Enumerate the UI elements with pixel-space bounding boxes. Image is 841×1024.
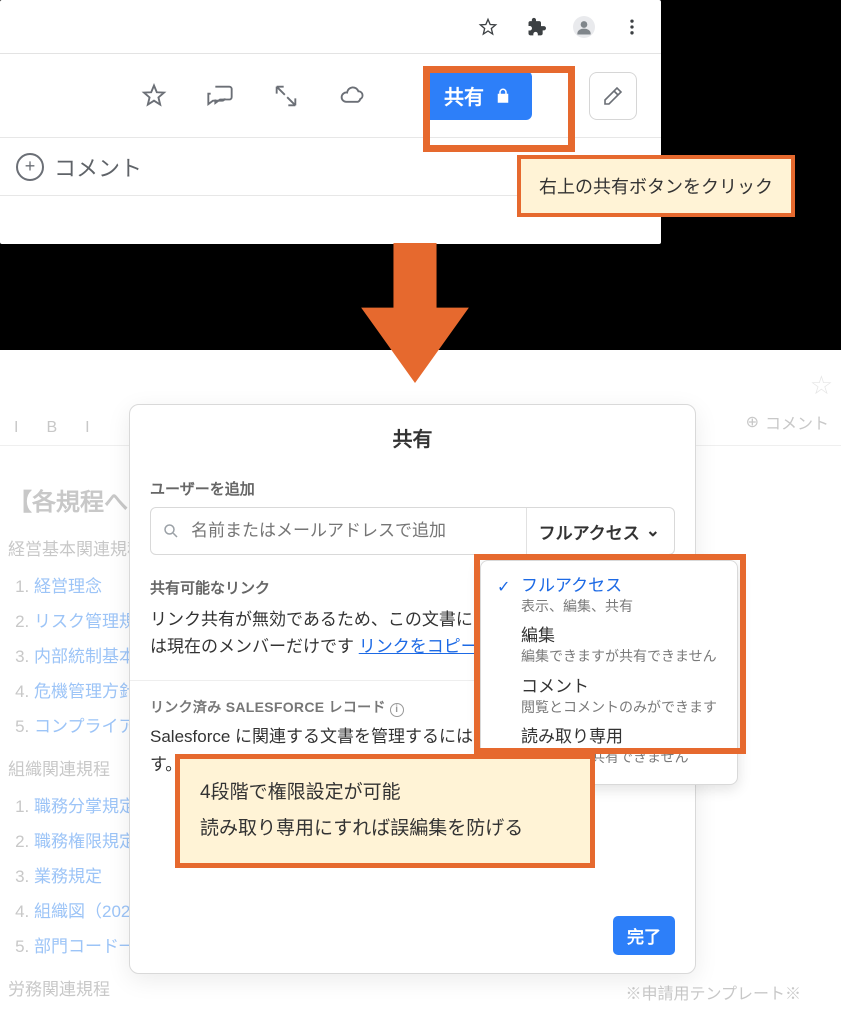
extensions-icon[interactable]: [525, 16, 547, 38]
more-vert-icon[interactable]: [621, 16, 643, 38]
callout-click-share: 右上の共有ボタンをクリック: [517, 155, 795, 217]
check-icon: ✓: [497, 577, 510, 597]
share-modal-title: 共有: [130, 405, 695, 466]
search-icon: [151, 522, 191, 540]
permission-option-comment[interactable]: コメント 閲覧とコメントのみができます: [491, 672, 731, 722]
lock-icon: [494, 87, 512, 105]
star-outline-icon[interactable]: [139, 81, 169, 111]
comment-button[interactable]: ⊕ コメント: [746, 410, 829, 434]
share-button-label: 共有: [444, 81, 484, 110]
info-icon[interactable]: i: [390, 703, 404, 717]
app-toolbar: 共有: [0, 54, 661, 138]
add-user-label: ユーザーを追加: [130, 466, 695, 507]
permission-popover: ✓ フルアクセス 表示、編集、共有 編集 編集できますが共有できません コメント…: [480, 560, 738, 785]
share-button[interactable]: 共有: [424, 71, 532, 120]
share-button-wrap: 共有: [403, 52, 553, 140]
done-button[interactable]: 完了: [613, 916, 675, 955]
browser-chrome-row: [0, 0, 661, 54]
add-user-input[interactable]: [191, 521, 526, 541]
arrow-down-icon: [360, 243, 470, 383]
doc-footnote: ※申請用テンプレート※: [625, 980, 801, 1004]
format-item[interactable]: B: [46, 419, 57, 437]
plus-circle-icon: +: [16, 153, 44, 181]
callout-permission-line2: 読み取り専用にすれば誤編集を防げる: [200, 811, 570, 847]
compose-button[interactable]: [589, 72, 637, 120]
permission-selector-label: フルアクセス: [539, 519, 640, 544]
permission-selector[interactable]: フルアクセス ⌄: [526, 508, 674, 554]
callout-click-share-text: 右上の共有ボタンをクリック: [539, 177, 773, 197]
expand-arrows-icon[interactable]: [271, 81, 301, 111]
callout-permission-line1: 4段階で権限設定が可能: [200, 775, 570, 811]
chevron-down-icon: ⌄: [646, 521, 660, 541]
avatar-icon[interactable]: [573, 16, 595, 38]
chat-bubbles-icon[interactable]: [205, 81, 235, 111]
cloud-icon[interactable]: [337, 81, 367, 111]
add-user-row: フルアクセス ⌄: [150, 507, 675, 555]
permission-option-full-access[interactable]: ✓ フルアクセス 表示、編集、共有: [491, 571, 731, 621]
format-item[interactable]: I: [85, 419, 89, 437]
star-outline-icon[interactable]: [477, 16, 499, 38]
permission-option-edit[interactable]: 編集 編集できますが共有できません: [491, 621, 731, 671]
star-outline-icon: ☆: [810, 370, 833, 401]
callout-permission-levels: 4段階で権限設定が可能 読み取り専用にすれば誤編集を防げる: [175, 754, 595, 868]
copy-link[interactable]: リンクをコピー: [359, 637, 478, 656]
format-item[interactable]: I: [14, 419, 18, 437]
comment-button-label: コメント: [54, 151, 142, 183]
